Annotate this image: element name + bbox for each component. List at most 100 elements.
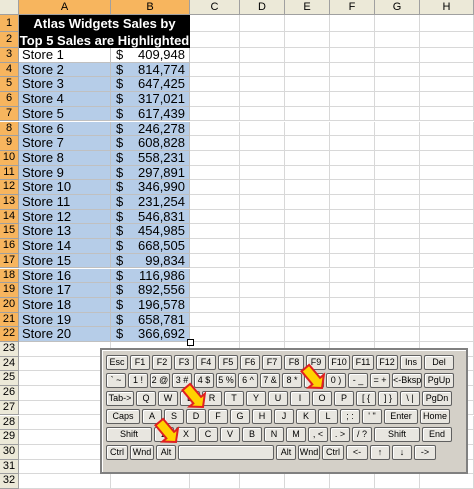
cell[interactable]: [375, 136, 420, 151]
cell[interactable]: [420, 209, 474, 225]
cell[interactable]: [240, 48, 285, 63]
key-o[interactable]: O: [312, 391, 332, 406]
store-name-cell[interactable]: Store 6: [19, 121, 111, 137]
cell[interactable]: [375, 165, 420, 181]
key-f2[interactable]: F2: [152, 355, 172, 370]
cell[interactable]: [190, 327, 240, 342]
key-t[interactable]: T: [224, 391, 244, 406]
cell[interactable]: [330, 283, 375, 298]
cell[interactable]: [285, 48, 330, 63]
cell[interactable]: [190, 209, 240, 225]
cell[interactable]: [330, 150, 375, 166]
cell[interactable]: [19, 415, 111, 431]
cell[interactable]: [240, 32, 285, 48]
key-3[interactable]: 3 #: [172, 373, 192, 388]
cell[interactable]: [330, 77, 375, 93]
cell[interactable]: [420, 268, 474, 284]
cell[interactable]: [190, 253, 240, 269]
row-header-3[interactable]: 3: [0, 48, 19, 63]
row-header-15[interactable]: 15: [0, 224, 19, 240]
row-header-23[interactable]: 23: [0, 342, 19, 357]
cell[interactable]: [240, 136, 285, 151]
title-cell-1[interactable]: Atlas Widgets Sales by Store: [19, 15, 190, 48]
cell[interactable]: [240, 268, 285, 284]
cell[interactable]: [285, 239, 330, 254]
cell[interactable]: [240, 121, 285, 137]
column-header-b[interactable]: B: [111, 0, 190, 15]
key-f10[interactable]: F10: [328, 355, 350, 370]
fill-handle[interactable]: [187, 339, 194, 346]
cell[interactable]: [240, 239, 285, 254]
cell[interactable]: [285, 165, 330, 181]
cell[interactable]: [19, 356, 111, 372]
cell[interactable]: [285, 121, 330, 137]
cell[interactable]: [285, 327, 330, 342]
key-caps[interactable]: Caps: [106, 409, 140, 424]
column-header-f[interactable]: F: [330, 0, 375, 15]
title-cell-2[interactable]: Top 5 Sales are Highlighted: [19, 32, 190, 48]
cell[interactable]: [420, 283, 474, 298]
key-sym11[interactable]: - _: [348, 373, 368, 388]
key-sym10[interactable]: ; :: [340, 409, 360, 424]
store-name-cell[interactable]: Store 4: [19, 92, 111, 107]
key-end[interactable]: End: [422, 427, 452, 442]
store-name-cell[interactable]: Store 13: [19, 224, 111, 240]
key-p[interactable]: P: [334, 391, 354, 406]
cell[interactable]: [19, 400, 111, 416]
cell[interactable]: [330, 253, 375, 269]
cell[interactable]: [240, 195, 285, 210]
cell[interactable]: [285, 106, 330, 122]
cell[interactable]: [330, 48, 375, 63]
column-header-g[interactable]: G: [375, 0, 420, 15]
row-header-21[interactable]: 21: [0, 312, 19, 328]
key-l[interactable]: L: [318, 409, 338, 424]
key-c[interactable]: C: [198, 427, 218, 442]
key-b[interactable]: B: [242, 427, 262, 442]
cell[interactable]: [420, 224, 474, 240]
sales-value-cell[interactable]: $668,505: [111, 239, 190, 254]
key-k[interactable]: K: [296, 409, 316, 424]
cell[interactable]: [190, 297, 240, 313]
store-name-cell[interactable]: Store 7: [19, 136, 111, 151]
key-w[interactable]: W: [158, 391, 178, 406]
column-header-d[interactable]: D: [240, 0, 285, 15]
cell[interactable]: [330, 209, 375, 225]
row-header-4[interactable]: 4: [0, 62, 19, 78]
cell[interactable]: [420, 165, 474, 181]
cell[interactable]: [375, 92, 420, 107]
cell[interactable]: [190, 180, 240, 195]
cell[interactable]: [420, 48, 474, 63]
cell[interactable]: [420, 106, 474, 122]
key-i[interactable]: I: [290, 391, 310, 406]
row-header-19[interactable]: 19: [0, 283, 19, 298]
cell[interactable]: [240, 62, 285, 78]
row-header-14[interactable]: 14: [0, 209, 19, 225]
cell[interactable]: [240, 92, 285, 107]
cell[interactable]: [375, 32, 420, 48]
cell[interactable]: [19, 459, 111, 475]
key-7[interactable]: 7 &: [260, 373, 280, 388]
cell[interactable]: [190, 121, 240, 137]
row-header-25[interactable]: 25: [0, 371, 19, 387]
row-header-29[interactable]: 29: [0, 430, 19, 445]
cell[interactable]: [190, 195, 240, 210]
cell[interactable]: [330, 327, 375, 342]
key-pgup[interactable]: PgUp: [424, 373, 454, 388]
sales-value-cell[interactable]: $346,990: [111, 180, 190, 195]
sales-value-cell[interactable]: $608,828: [111, 136, 190, 151]
store-name-cell[interactable]: Store 8: [19, 151, 111, 166]
store-name-cell[interactable]: Store 20: [19, 327, 111, 342]
cell[interactable]: [19, 430, 111, 445]
cell[interactable]: [240, 180, 285, 195]
key-f4[interactable]: F4: [196, 355, 216, 370]
key-0[interactable]: 0 ): [326, 373, 346, 388]
cell[interactable]: [330, 268, 375, 284]
cell[interactable]: [375, 106, 420, 122]
store-name-cell[interactable]: Store 10: [19, 180, 111, 195]
key-m[interactable]: M: [286, 427, 306, 442]
select-all-corner[interactable]: [0, 0, 19, 15]
key-g[interactable]: G: [230, 409, 250, 424]
cell[interactable]: [240, 106, 285, 122]
sales-value-cell[interactable]: $231,254: [111, 195, 190, 210]
row-header-26[interactable]: 26: [0, 386, 19, 401]
